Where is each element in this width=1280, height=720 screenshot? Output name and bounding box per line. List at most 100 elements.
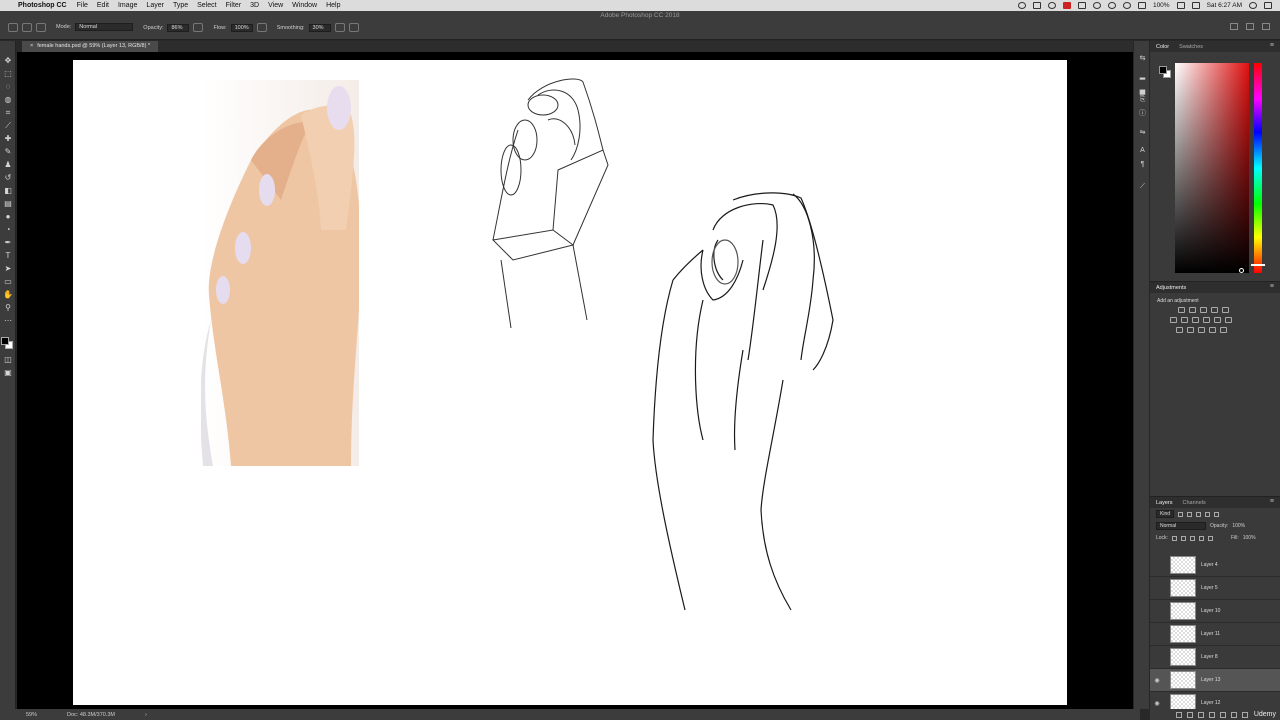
filter-shape-icon[interactable] <box>1205 511 1211 517</box>
clone-source-icon[interactable]: ⎘ <box>1138 96 1147 104</box>
brush-tool-icon[interactable]: ✎ <box>3 147 13 156</box>
hue-slider-marker[interactable] <box>1251 264 1265 266</box>
brush-settings-icon[interactable]: ▂ <box>1138 73 1147 81</box>
menu-file[interactable]: File <box>77 2 88 9</box>
photo-filter-icon[interactable] <box>1203 317 1210 323</box>
layer-row-layer-8[interactable]: Layer 8 <box>1150 646 1280 669</box>
filter-adjustment-icon[interactable] <box>1187 511 1193 517</box>
eraser-tool-icon[interactable]: ◧ <box>3 186 13 195</box>
character-panel-icon[interactable]: A <box>1138 147 1147 155</box>
smoothing-field[interactable]: 30% <box>308 23 331 32</box>
smoothing-gear-icon[interactable] <box>334 23 345 32</box>
brush-size-picker[interactable] <box>22 23 32 32</box>
clone-stamp-tool-icon[interactable]: ♟ <box>3 160 13 169</box>
crop-tool-icon[interactable]: ⌗ <box>3 108 13 117</box>
dodge-tool-icon[interactable]: ◔ <box>3 225 13 234</box>
layer-opacity-value[interactable]: 100% <box>1232 523 1245 529</box>
menu-help[interactable]: Help <box>326 2 340 9</box>
filter-pixel-icon[interactable] <box>1178 511 1184 517</box>
invert-icon[interactable] <box>1176 327 1183 333</box>
foreground-color-chip[interactable] <box>1159 66 1167 74</box>
delete-layer-icon[interactable] <box>1242 711 1248 718</box>
tool-presets-icon[interactable]: ⟋ <box>1138 183 1147 191</box>
wifi-icon[interactable] <box>1122 2 1131 9</box>
pen-tool-icon[interactable]: ✒ <box>3 238 13 247</box>
fill-value[interactable]: 100% <box>1243 535 1256 541</box>
blend-mode-select[interactable]: Normal <box>1156 522 1206 530</box>
close-tab-icon[interactable]: × <box>30 43 33 49</box>
shape-tool-icon[interactable]: ▭ <box>3 277 13 286</box>
menu-image[interactable]: Image <box>118 2 137 9</box>
menu-view[interactable]: View <box>268 2 283 9</box>
menu-3d[interactable]: 3D <box>250 2 259 9</box>
zoom-tool-icon[interactable]: ⚲ <box>3 303 13 312</box>
color-picker-field[interactable] <box>1175 63 1249 273</box>
search-icon[interactable] <box>1230 23 1238 30</box>
filter-type-icon[interactable] <box>1196 511 1202 517</box>
path-select-tool-icon[interactable]: ➤ <box>3 264 13 273</box>
tab-color[interactable]: Color <box>1156 44 1169 50</box>
clock-icon[interactable] <box>1092 2 1101 9</box>
spotlight-search-icon[interactable] <box>1249 2 1257 9</box>
share-icon[interactable] <box>1262 23 1270 30</box>
lock-all-icon[interactable] <box>1207 535 1213 541</box>
canvas[interactable] <box>73 60 1067 705</box>
flag-icon[interactable] <box>1191 2 1200 9</box>
battery-icon[interactable] <box>1176 2 1185 9</box>
layer-row-layer-4[interactable]: Layer 4 <box>1150 554 1280 577</box>
menu-edit[interactable]: Edit <box>97 2 109 9</box>
symmetry-icon[interactable] <box>348 23 359 32</box>
foreground-color-swatch[interactable] <box>1 337 9 345</box>
black-white-icon[interactable] <box>1192 317 1199 323</box>
layer-row-layer-10[interactable]: Layer 10 <box>1150 600 1280 623</box>
new-group-icon[interactable] <box>1220 711 1226 718</box>
eyedropper-tool-icon[interactable]: ⟋ <box>3 121 13 130</box>
adjustments-menu-icon[interactable]: ≡ <box>1270 283 1274 290</box>
layer-row-layer-5[interactable]: Layer 5 <box>1150 577 1280 600</box>
dropbox-icon[interactable] <box>1032 2 1041 9</box>
color-lookup-icon[interactable] <box>1225 317 1232 323</box>
screen-mode-icon[interactable]: ▣ <box>3 368 13 377</box>
workspace-icon[interactable] <box>1246 23 1254 30</box>
lock-transparent-icon[interactable] <box>1171 535 1177 541</box>
layer-row-layer-12[interactable]: ◉ Layer 12 <box>1150 692 1280 709</box>
menu-layer[interactable]: Layer <box>146 2 164 9</box>
color-balance-icon[interactable] <box>1181 317 1188 323</box>
volume-icon[interactable] <box>1137 2 1146 9</box>
panel-menu-icon[interactable]: ≡ <box>1270 42 1274 49</box>
document-tab[interactable]: × female hands.psd @ 59% (Layer 13, RGB/8… <box>22 41 159 52</box>
hue-slider[interactable] <box>1251 63 1265 273</box>
filter-smart-object-icon[interactable] <box>1214 511 1220 517</box>
bluetooth-icon[interactable] <box>1107 2 1116 9</box>
gradient-map-icon[interactable] <box>1209 327 1216 333</box>
exposure-icon[interactable] <box>1211 307 1218 313</box>
menu-filter[interactable]: Filter <box>226 2 242 9</box>
paragraph-panel-icon[interactable]: ¶ <box>1138 161 1147 169</box>
sync-icon[interactable] <box>1047 2 1056 9</box>
lock-image-icon[interactable] <box>1180 535 1186 541</box>
flow-field[interactable]: 100% <box>230 23 253 32</box>
tab-swatches[interactable]: Swatches <box>1179 44 1203 50</box>
layer-row-layer-13[interactable]: ◉ Layer 13 <box>1150 669 1280 692</box>
levels-icon[interactable] <box>1189 307 1196 313</box>
layers-menu-icon[interactable]: ≡ <box>1270 498 1274 505</box>
new-adjustment-layer-icon[interactable] <box>1209 711 1215 718</box>
tab-channels[interactable]: Channels <box>1183 500 1206 506</box>
marquee-tool-icon[interactable]: ⬚ <box>3 69 13 78</box>
channel-mixer-icon[interactable] <box>1214 317 1221 323</box>
more-tools-icon[interactable]: ⋯ <box>3 316 13 325</box>
quick-select-tool-icon[interactable]: ◍ <box>3 95 13 104</box>
blur-tool-icon[interactable]: ● <box>3 212 13 221</box>
status-menu-chevron-icon[interactable]: › <box>145 712 147 718</box>
selective-color-icon[interactable] <box>1220 327 1227 333</box>
menu-type[interactable]: Type <box>173 2 188 9</box>
lasso-tool-icon[interactable]: ◌ <box>3 82 13 91</box>
lock-position-icon[interactable] <box>1189 535 1195 541</box>
type-tool-icon[interactable]: T <box>3 251 13 260</box>
hand-tool-icon[interactable]: ✋ <box>3 290 13 299</box>
layer-row-layer-11[interactable]: Layer 11 <box>1150 623 1280 646</box>
threshold-icon[interactable] <box>1198 327 1205 333</box>
record-icon[interactable] <box>1062 2 1071 9</box>
menubar-clock[interactable]: Sat 6:27 AM <box>1207 2 1242 9</box>
opacity-field[interactable]: 86% <box>167 23 190 32</box>
